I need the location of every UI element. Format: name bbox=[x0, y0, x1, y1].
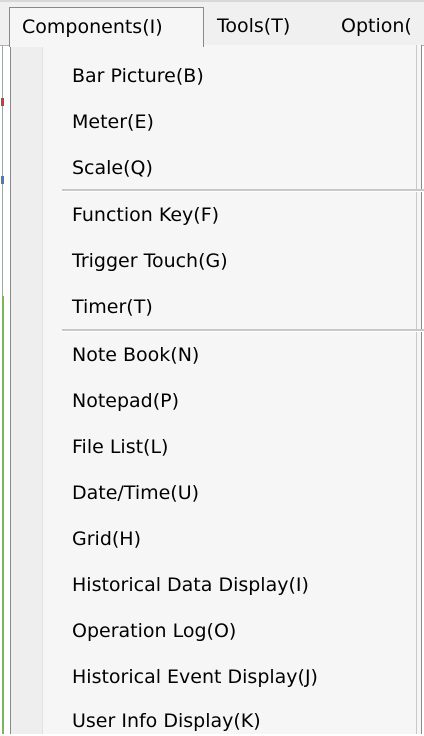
menu-item-bar-picture[interactable]: Bar Picture(B) bbox=[72, 61, 204, 91]
menu-option[interactable]: Option( bbox=[341, 7, 412, 46]
window-edge-mark bbox=[1, 176, 4, 184]
window-edge-green-line bbox=[2, 296, 4, 734]
menu-separator bbox=[62, 189, 424, 192]
menu-components[interactable]: Components(I) bbox=[9, 7, 204, 47]
menu-item-notepad[interactable]: Notepad(P) bbox=[72, 386, 179, 416]
menu-item-meter[interactable]: Meter(E) bbox=[72, 107, 154, 137]
menu-item-file-list[interactable]: File List(L) bbox=[72, 432, 168, 462]
menu-separator bbox=[62, 329, 424, 332]
menu-bar: Components(I) Tools(T) Option( bbox=[0, 0, 424, 47]
menu-item-timer[interactable]: Timer(T) bbox=[72, 292, 153, 322]
menu-item-trigger-touch[interactable]: Trigger Touch(G) bbox=[72, 246, 228, 276]
menu-item-operation-log[interactable]: Operation Log(O) bbox=[72, 616, 236, 646]
menu-bar-top-edge bbox=[0, 0, 424, 2]
menu-item-user-info-display[interactable]: User Info Display(K) bbox=[72, 706, 261, 736]
components-dropdown-menu: Bar Picture(B) Meter(E) Scale(Q) Functio… bbox=[10, 45, 424, 736]
menu-right-edge bbox=[416, 45, 417, 734]
menu-icon-gutter bbox=[11, 45, 43, 734]
window-edge-mark bbox=[1, 98, 4, 106]
menu-item-function-key[interactable]: Function Key(F) bbox=[72, 200, 219, 230]
menu-item-scale[interactable]: Scale(Q) bbox=[72, 153, 153, 183]
menu-item-date-time[interactable]: Date/Time(U) bbox=[72, 478, 199, 508]
menu-item-historical-data-display[interactable]: Historical Data Display(I) bbox=[72, 570, 309, 600]
menu-item-grid[interactable]: Grid(H) bbox=[72, 524, 141, 554]
menu-item-note-book[interactable]: Note Book(N) bbox=[72, 340, 199, 370]
menu-item-historical-event-display[interactable]: Historical Event Display(J) bbox=[72, 662, 318, 692]
menu-tools[interactable]: Tools(T) bbox=[217, 7, 290, 46]
